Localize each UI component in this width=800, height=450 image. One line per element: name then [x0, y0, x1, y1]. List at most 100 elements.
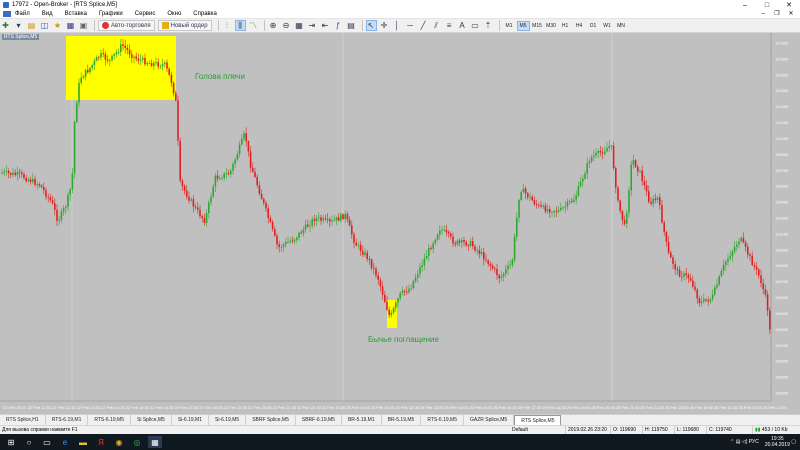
tray-arrow-icon[interactable]: ⌃ — [730, 439, 734, 445]
candle-body — [197, 207, 199, 210]
tab-si-6-19-m5[interactable]: Si-6.19,M5 — [209, 415, 247, 425]
chart-shift-icon[interactable]: ⇤ — [320, 20, 331, 31]
candle-body — [188, 196, 190, 201]
notifications-icon[interactable]: ▢ — [791, 439, 796, 445]
timeframe-mn[interactable]: MN — [615, 21, 628, 31]
terminal-icon[interactable]: ▦ — [65, 20, 76, 31]
timeframe-w1[interactable]: W1 — [601, 21, 614, 31]
tab-si-6-19-m1[interactable]: Si-6.19,M1 — [172, 415, 209, 425]
maximize-button[interactable]: □ — [756, 0, 778, 10]
chart-dropdown-icon[interactable]: ▾ — [13, 20, 24, 31]
indicators-icon[interactable]: ƒ — [333, 20, 344, 31]
tab-rts-6-19-m5[interactable]: RTS-6.19,M5 — [88, 415, 132, 425]
timeframe-d1[interactable]: D1 — [587, 21, 600, 31]
tab-br-5-19-m1[interactable]: BR-5.19,M1 — [342, 415, 382, 425]
horizontal-line-icon[interactable]: ─ — [405, 20, 416, 31]
menu-charts[interactable]: Графики — [99, 11, 123, 17]
timeframe-m5[interactable]: M5 — [516, 20, 530, 31]
tab-rts-6-19-m1[interactable]: RTS-6.19,M1 — [46, 415, 89, 425]
menu-tools[interactable]: Сервис — [135, 11, 156, 17]
mdi-close-button[interactable]: ✕ — [784, 10, 798, 19]
new-chart-icon[interactable]: ✚ — [0, 20, 11, 31]
open-broker-icon[interactable]: ▦ — [148, 436, 162, 448]
candle-body — [590, 156, 593, 162]
tester-icon[interactable]: ▣ — [78, 20, 89, 31]
head-shoulders-annotation: Голова плечи — [195, 72, 245, 81]
timeframe-h1[interactable]: H1 — [559, 21, 572, 31]
file-explorer-icon[interactable]: ▬ — [76, 436, 90, 448]
language-indicator[interactable]: РУС — [749, 439, 759, 445]
channel-icon[interactable]: ⫽ — [431, 20, 442, 31]
mdi-minimize-button[interactable]: – — [756, 10, 770, 19]
tab-gazr-splice-m5[interactable]: GAZR Splice,M5 — [464, 415, 515, 425]
fibo-icon[interactable]: ≡ — [444, 20, 455, 31]
tab-rts-6-19-m5-2[interactable]: RTS-6.19,M5 — [421, 415, 464, 425]
yandex-browser-icon[interactable]: Я — [94, 436, 108, 448]
menu-help[interactable]: Справка — [193, 11, 217, 17]
clock[interactable]: 19:35 20.04.2019 — [765, 436, 790, 448]
candle-body — [491, 265, 494, 269]
timeframe-h4[interactable]: H4 — [573, 21, 586, 31]
zoom-in-icon[interactable]: ⊕ — [268, 20, 279, 31]
candle-body — [208, 202, 210, 214]
candle-body — [260, 193, 263, 199]
cursor-icon[interactable]: ↖ — [365, 20, 377, 31]
candle-body — [168, 68, 170, 75]
market-watch-icon[interactable]: ◫ — [39, 20, 50, 31]
menu-view[interactable]: Вид — [42, 11, 53, 17]
price-chart[interactable]: 121950 121800 121650 121500 121350 121200 1210… — [0, 33, 800, 414]
minimize-button[interactable]: – — [734, 0, 756, 10]
autoscroll-icon[interactable]: ⇥ — [307, 20, 318, 31]
timeframe-m1[interactable]: M1 — [503, 21, 516, 31]
mdi-restore-button[interactable]: ❐ — [770, 10, 784, 19]
zoom-out-icon[interactable]: ⊖ — [281, 20, 292, 31]
edge-browser-icon[interactable]: e — [58, 436, 72, 448]
menu-file[interactable]: Файл — [15, 11, 30, 17]
candle-body — [518, 199, 520, 218]
candle-body — [205, 213, 208, 223]
tab-br-5-19-m5[interactable]: BR-5.19,M5 — [382, 415, 422, 425]
price-tick-label: 120300 — [775, 216, 789, 221]
chrome-icon[interactable]: ◉ — [112, 436, 126, 448]
trendline-icon[interactable]: ╱ — [418, 20, 429, 31]
timeframe-m30[interactable]: M30 — [545, 21, 558, 31]
candle-body — [494, 268, 496, 270]
vertical-line-icon[interactable]: │ — [392, 20, 403, 31]
menu-insert[interactable]: Вставка — [65, 11, 87, 17]
price-tick-label: 120600 — [775, 184, 789, 189]
candle-body — [38, 184, 41, 186]
candle-body — [203, 217, 206, 223]
close-button[interactable]: ✕ — [778, 0, 800, 10]
candle-body — [342, 214, 344, 220]
profiles-icon[interactable]: ▤ — [26, 20, 37, 31]
crosshair-icon[interactable]: ✛ — [379, 20, 390, 31]
candle-body — [142, 57, 144, 60]
candlestick-icon[interactable]: ⫼ — [234, 20, 246, 31]
navigator-icon[interactable]: ★ — [52, 20, 63, 31]
search-icon[interactable]: ○ — [22, 436, 36, 448]
auto-trading-button[interactable]: Авто-торговля — [98, 20, 155, 31]
green-app-icon[interactable]: ◎ — [130, 436, 144, 448]
network-icon[interactable]: ▤ — [736, 439, 741, 445]
new-order-button[interactable]: Новый ордер — [157, 20, 212, 31]
templates-icon[interactable]: ▤ — [346, 20, 357, 31]
candle-body — [366, 252, 368, 259]
tab-sbrf-splice-m5[interactable]: SBRF Splice,M5 — [246, 415, 296, 425]
candle-body — [419, 267, 421, 275]
chart-area[interactable]: 121950 121800 121650 121500 121350 121200 1210… — [0, 33, 800, 414]
tile-windows-icon[interactable]: ▦ — [294, 20, 305, 31]
bar-chart-icon[interactable]: ⫶ — [222, 20, 233, 31]
timeframe-m15[interactable]: M15 — [531, 21, 544, 31]
text-tool-icon[interactable]: A — [457, 20, 468, 31]
volume-icon[interactable]: ◁) — [742, 439, 748, 445]
menu-window[interactable]: Окно — [167, 11, 181, 17]
arrows-tool-icon[interactable]: ⇡ — [483, 20, 494, 31]
start-icon[interactable]: ⊞ — [4, 436, 18, 448]
tab-rts-splice-m5[interactable]: RTS Splice,M5 — [514, 415, 562, 425]
line-chart-icon[interactable]: 〽 — [248, 20, 259, 31]
tab-rts-splice-h1[interactable]: RTS Splice,H1 — [0, 415, 46, 425]
label-tool-icon[interactable]: ▭ — [470, 20, 481, 31]
task-view-icon[interactable]: ▭ — [40, 436, 54, 448]
tab-si-splice-m5[interactable]: Si Splice,M5 — [131, 415, 172, 425]
tab-sbrf-6-19-m5[interactable]: SBRF-6.19,M5 — [296, 415, 342, 425]
